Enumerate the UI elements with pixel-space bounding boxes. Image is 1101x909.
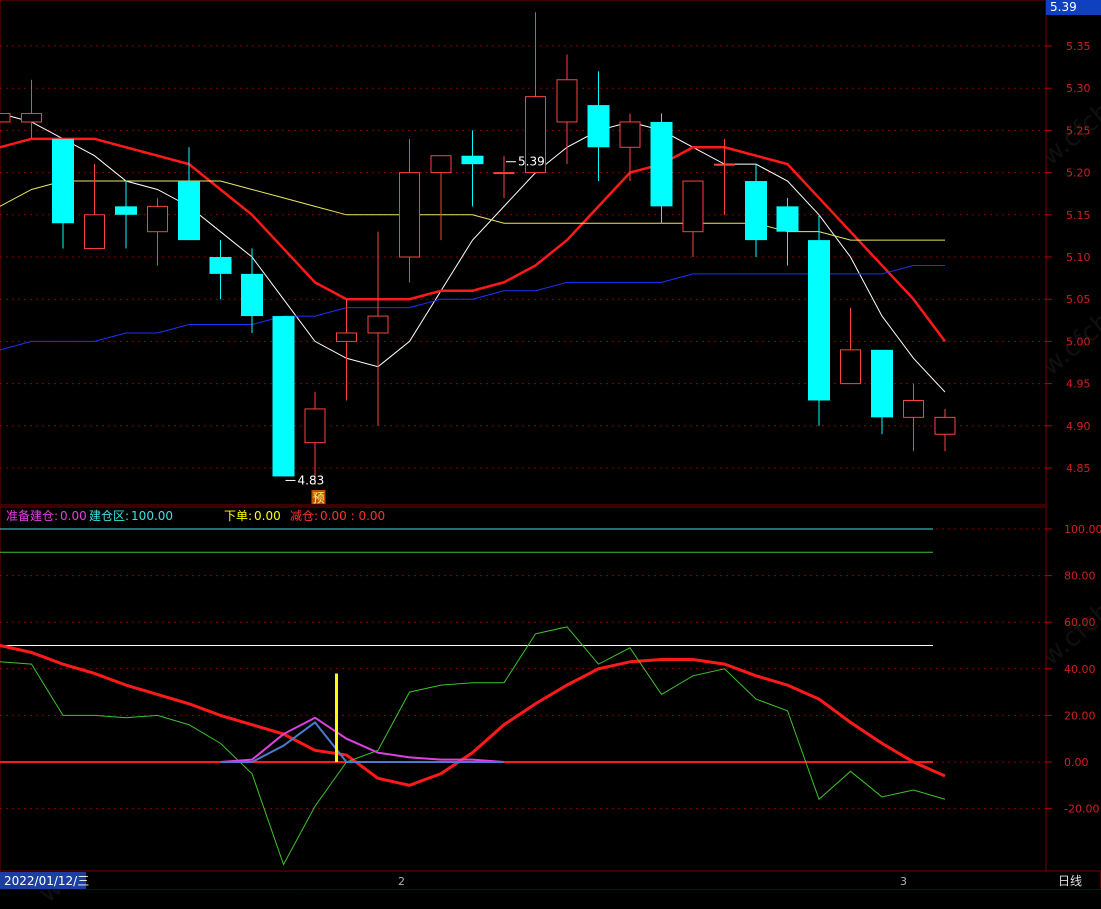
indicator-tick-label: 60.00 bbox=[1064, 616, 1096, 629]
price-tick-label: 4.90 bbox=[1066, 420, 1091, 433]
price-panel bbox=[0, 0, 1047, 506]
price-tick-label: 5.00 bbox=[1066, 335, 1091, 348]
price-tick-label: 4.95 bbox=[1066, 378, 1091, 391]
price-tick-label: 5.25 bbox=[1066, 124, 1091, 137]
price-tick-label: 5.10 bbox=[1066, 251, 1091, 264]
indicator-tick-label: 0.00 bbox=[1064, 756, 1089, 769]
price-tick-label: 5.20 bbox=[1066, 167, 1091, 180]
month-marker-3: 3 bbox=[900, 875, 907, 888]
stock-chart: 5.394.83预 5.355.305.255.205.155.105.055.… bbox=[0, 0, 1101, 890]
price-tick-label: 5.05 bbox=[1066, 293, 1091, 306]
top-price-tag: 5.39 bbox=[1050, 0, 1077, 14]
indicator-panel bbox=[0, 506, 1047, 872]
forecast-marker: 预 bbox=[313, 491, 325, 505]
price-tick-label: 5.15 bbox=[1066, 209, 1091, 222]
period-label[interactable]: 日线 bbox=[1058, 874, 1082, 888]
indicator-tick-label: 20.00 bbox=[1064, 709, 1096, 722]
indicator-tick-label: 100.00 bbox=[1064, 523, 1101, 536]
indicator-tick-label: 80.00 bbox=[1064, 570, 1096, 583]
indicator-tick-label: -20.00 bbox=[1064, 803, 1099, 816]
legend-item: 准备建仓: 0.00 bbox=[6, 509, 87, 523]
legend-item: 减仓: 0.00 : 0.00 bbox=[290, 509, 385, 523]
price-annotation: 5.39 bbox=[518, 155, 545, 169]
legend-item: 建仓区: 100.00 bbox=[89, 509, 173, 523]
candle bbox=[0, 113, 11, 123]
indicator-tick-label: 40.00 bbox=[1064, 663, 1096, 676]
price-tick-label: 5.35 bbox=[1066, 40, 1091, 53]
indicator-axis: 100.00 80.00 60.00 40.00 20.00 0.00 -20.00 bbox=[1046, 523, 1101, 816]
candle bbox=[808, 214, 830, 426]
price-tick-label: 4.85 bbox=[1066, 462, 1091, 475]
month-marker-2: 2 bbox=[398, 875, 405, 888]
price-axis: 5.35 5.30 5.25 5.20 5.15 5.10 5.05 5.00 4.95 4.90… bbox=[1046, 40, 1091, 475]
candle bbox=[272, 316, 295, 477]
price-tick-label: 5.30 bbox=[1066, 82, 1091, 95]
date-label: 2022/01/12/三 bbox=[4, 874, 89, 888]
price-annotation: 4.83 bbox=[298, 473, 325, 487]
bottom-bar bbox=[0, 870, 1101, 890]
